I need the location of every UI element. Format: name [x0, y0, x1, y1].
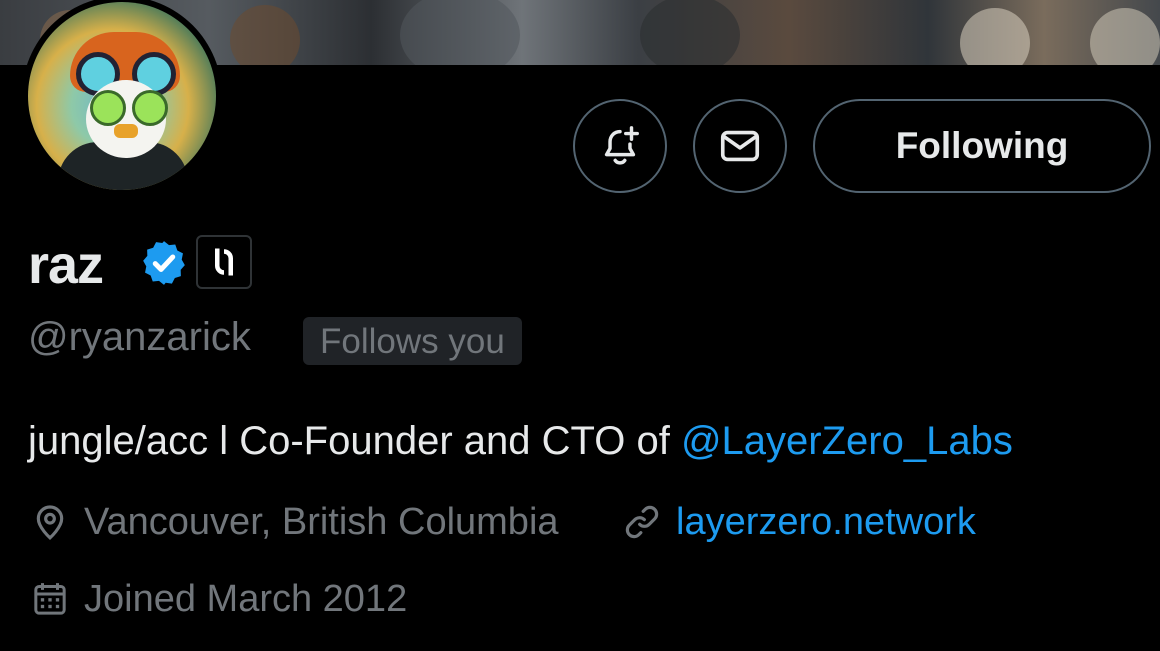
avatar[interactable] [28, 2, 216, 190]
layerzero-logo-icon [215, 248, 233, 276]
envelope-icon [720, 130, 760, 162]
verified-checkmark-icon[interactable] [139, 238, 189, 288]
avatar-eye [90, 90, 126, 126]
banner-figure [1090, 8, 1160, 65]
banner-figure [960, 8, 1030, 65]
profile-bio: jungle/acc l Co-Founder and CTO of @Laye… [28, 415, 1013, 467]
banner-figure [640, 0, 740, 65]
avatar-eye [132, 90, 168, 126]
banner-figure [400, 0, 520, 65]
affiliate-badge[interactable] [196, 235, 252, 289]
avatar-beak [114, 124, 138, 138]
profile-page: Following raz @ryanzarick Follows you ju… [0, 0, 1160, 651]
following-label: Following [895, 125, 1069, 166]
link-icon [625, 505, 659, 539]
message-button[interactable] [693, 99, 787, 193]
following-button[interactable]: Following [813, 99, 1151, 193]
joined-text: Joined March 2012 [84, 578, 408, 620]
user-handle: @ryanzarick [28, 315, 251, 359]
website-item[interactable]: layerzero.network [622, 498, 976, 546]
location-item: Vancouver, British Columbia [30, 498, 559, 546]
location-text: Vancouver, British Columbia [84, 501, 559, 543]
bio-mention-link[interactable]: @LayerZero_Labs [681, 419, 1013, 463]
follows-you-badge: Follows you [303, 317, 522, 365]
display-name: raz [28, 235, 104, 295]
website-link[interactable]: layerzero.network [676, 498, 976, 546]
location-pin-icon [36, 505, 64, 540]
calendar-icon [34, 583, 66, 615]
bio-text: jungle/acc l Co-Founder and CTO of [28, 419, 681, 463]
banner-figure [230, 5, 300, 65]
bell-plus-icon [604, 126, 639, 165]
notifications-button[interactable] [573, 99, 667, 193]
joined-item: Joined March 2012 [30, 575, 407, 623]
